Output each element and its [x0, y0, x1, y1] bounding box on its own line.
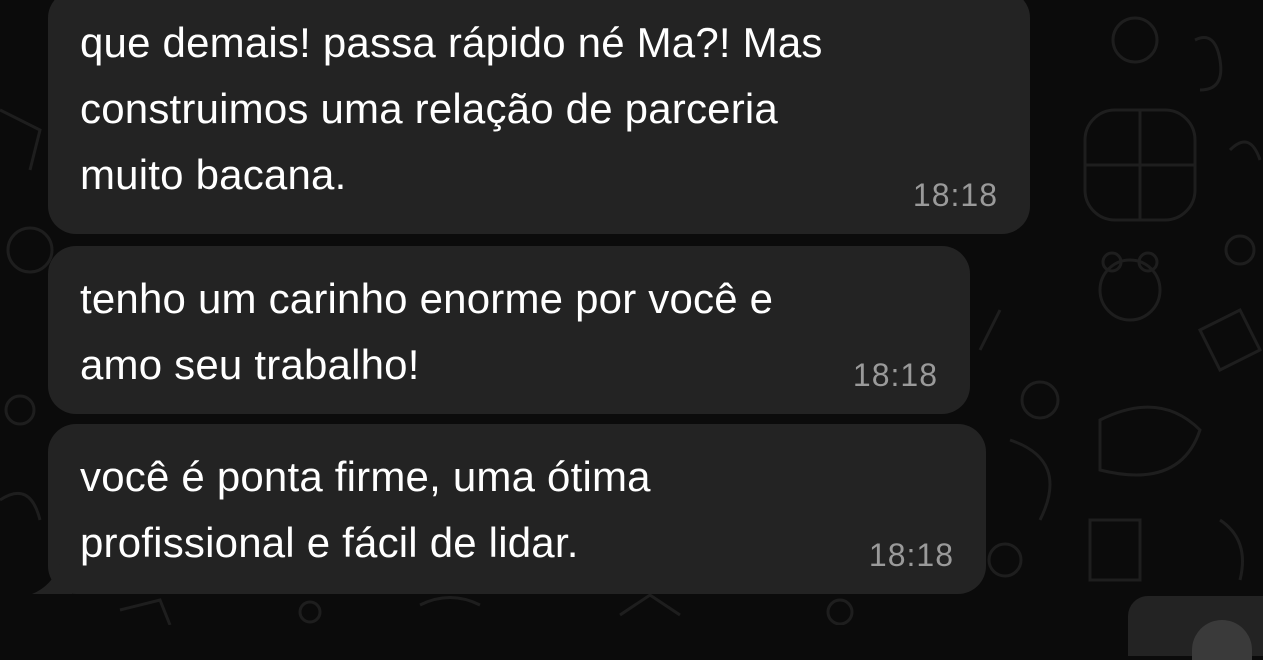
bubble-tail: [32, 564, 72, 594]
message-timestamp: 18:18: [852, 357, 938, 393]
message-timestamp: 18:18: [868, 537, 954, 573]
scroll-to-bottom-button[interactable]: [1128, 596, 1263, 660]
message-bubble[interactable]: tenho um carinho enorme por você e amo s…: [48, 246, 970, 414]
message-text: que demais! passa rápido né Ma?! Mas con…: [80, 19, 823, 198]
message-bubble[interactable]: você é ponta firme, uma ótima profission…: [32, 424, 986, 594]
message-text: tenho um carinho enorme por você e amo s…: [80, 275, 774, 388]
chevron-down-icon: [1192, 620, 1252, 660]
message-bubble[interactable]: que demais! passa rápido né Ma?! Mas con…: [48, 0, 1030, 234]
message-timestamp: 18:18: [912, 177, 998, 213]
message-text: você é ponta firme, uma ótima profission…: [80, 453, 651, 566]
